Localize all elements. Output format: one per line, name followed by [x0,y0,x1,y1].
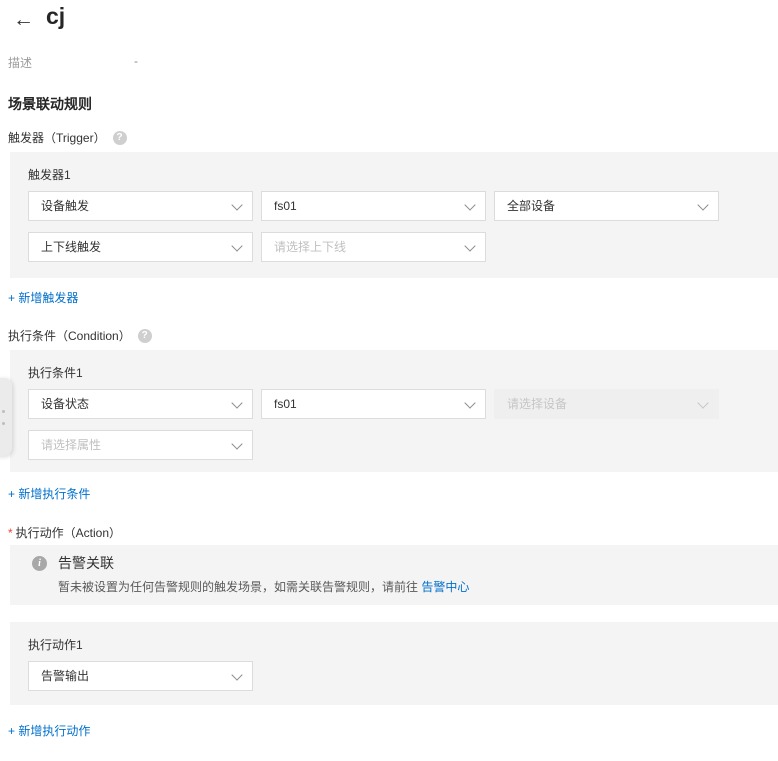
condition-group-title: 执行条件1 [28,364,83,381]
chevron-down-icon [464,199,475,210]
action-label: 执行动作（Action） [16,526,121,540]
condition-label: 执行条件（Condition） [8,327,131,344]
condition-type-select[interactable]: 设备状态 [28,389,253,419]
chevron-down-icon [697,397,708,408]
trigger-section-label-row: 触发器（Trigger） ? [8,129,127,146]
chevron-down-icon [464,240,475,251]
handle-dot [2,422,5,425]
chevron-down-icon [231,199,242,210]
description-value: - [134,54,138,68]
help-icon[interactable]: ? [138,329,152,343]
trigger-group-title: 触发器1 [28,166,71,183]
trigger-type-value: 设备触发 [41,199,89,213]
chevron-down-icon [231,438,242,449]
add-action-link[interactable]: + 新增执行动作 [8,722,90,739]
action-section-label-row: *执行动作（Action） [8,524,121,541]
action-group-title: 执行动作1 [28,636,83,653]
description-label: 描述 [8,54,32,71]
condition-device-select: 请选择设备 [494,389,719,419]
info-icon: i [32,556,47,571]
required-asterisk: * [8,526,13,540]
condition-type-value: 设备状态 [41,397,89,411]
add-trigger-link[interactable]: + 新增触发器 [8,289,78,306]
action-output-select[interactable]: 告警输出 [28,661,253,691]
alert-box-text: 暂未被设置为任何告警规则的触发场景，如需关联告警规则，请前往 [58,580,421,594]
condition-product-value: fs01 [274,397,297,411]
trigger-event-select[interactable]: 上下线触发 [28,232,253,262]
trigger-event-value: 上下线触发 [41,240,101,254]
trigger-label: 触发器（Trigger） [8,129,106,146]
alert-center-link[interactable]: 告警中心 [421,580,469,594]
condition-property-select[interactable]: 请选择属性 [28,430,253,460]
trigger-product-select[interactable]: fs01 [261,191,486,221]
condition-device-placeholder: 请选择设备 [507,397,567,411]
scene-rule-detail-page: ← cj 描述 - 场景联动规则 触发器（Trigger） ? 触发器1 设备触… [0,0,778,761]
trigger-product-value: fs01 [274,199,297,213]
chevron-down-icon [231,397,242,408]
condition-section-label-row: 执行条件（Condition） ? [8,327,152,344]
condition-property-placeholder: 请选择属性 [41,438,101,452]
floating-drag-handle[interactable] [0,378,12,456]
trigger-device-value: 全部设备 [507,199,555,213]
alert-box-message: 暂未被设置为任何告警规则的触发场景，如需关联告警规则，请前往 告警中心 [58,578,469,595]
trigger-panel: 触发器1 设备触发 fs01 全部设备 上下线触发 请选择上下线 [10,152,778,278]
trigger-type-select[interactable]: 设备触发 [28,191,253,221]
add-condition-link[interactable]: + 新增执行条件 [8,485,90,502]
trigger-status-select[interactable]: 请选择上下线 [261,232,486,262]
trigger-device-select[interactable]: 全部设备 [494,191,719,221]
help-icon[interactable]: ? [113,131,127,145]
action-output-value: 告警输出 [41,669,89,683]
chevron-down-icon [464,397,475,408]
chevron-down-icon [231,240,242,251]
back-icon[interactable]: ← [13,9,34,31]
alert-box-title: 告警关联 [58,553,114,573]
chevron-down-icon [697,199,708,210]
page-title: cj [46,3,65,30]
alert-info-box: i 告警关联 暂未被设置为任何告警规则的触发场景，如需关联告警规则，请前往 告警… [10,545,778,605]
action-panel: 执行动作1 告警输出 [10,622,778,705]
handle-dot [2,410,5,413]
condition-product-select[interactable]: fs01 [261,389,486,419]
chevron-down-icon [231,669,242,680]
trigger-status-placeholder: 请选择上下线 [274,240,346,254]
rules-heading: 场景联动规则 [8,94,92,114]
condition-panel: 执行条件1 设备状态 fs01 请选择设备 请选择属性 [10,350,778,472]
